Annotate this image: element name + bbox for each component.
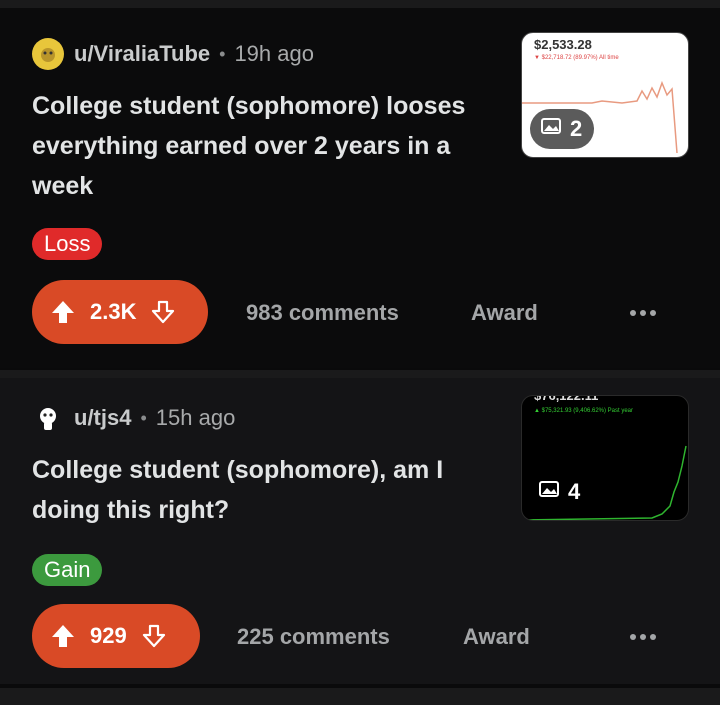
award-button[interactable]: Award xyxy=(471,300,538,326)
image-gallery-icon xyxy=(538,478,560,506)
more-options-icon[interactable] xyxy=(630,634,656,640)
upvote-arrow-icon[interactable] xyxy=(50,299,76,325)
meta-separator: • xyxy=(140,407,147,428)
post-title[interactable]: College student (sophomore), am I doing … xyxy=(32,450,502,530)
comments-button[interactable]: 983 comments xyxy=(246,300,399,326)
downvote-arrow-icon[interactable] xyxy=(141,623,167,649)
upvote-arrow-icon[interactable] xyxy=(50,623,76,649)
post-meta: u/tjs4 • 15h ago xyxy=(32,402,235,434)
top-divider xyxy=(0,0,720,8)
post-divider xyxy=(0,370,720,378)
image-count-badge: 4 xyxy=(538,478,580,506)
post-meta: u/ViraliaTube • 19h ago xyxy=(32,38,314,70)
bottom-divider xyxy=(0,688,720,705)
more-options-icon[interactable] xyxy=(630,310,656,316)
post-thumbnail[interactable]: $2,533.28 ▼ $22,718.72 (89.97%) All time… xyxy=(521,32,689,158)
image-count-badge: 2 xyxy=(530,109,595,149)
award-button[interactable]: Award xyxy=(463,624,530,650)
vote-count: 929 xyxy=(90,623,127,648)
image-gallery-icon xyxy=(540,115,562,143)
post-card-1[interactable]: u/ViraliaTube • 19h ago College student … xyxy=(0,8,720,368)
meta-separator: • xyxy=(219,43,226,64)
vote-pill: 929 xyxy=(32,604,200,668)
post-thumbnail[interactable]: $76,122.11 ▲ $75,321.93 (9,406.62%) Past… xyxy=(521,395,689,521)
user-avatar[interactable] xyxy=(32,402,64,434)
image-count: 2 xyxy=(570,116,583,141)
post-time: 19h ago xyxy=(234,41,314,66)
downvote-arrow-icon[interactable] xyxy=(150,299,176,325)
comments-button[interactable]: 225 comments xyxy=(237,624,390,650)
vote-pill: 2.3K xyxy=(32,280,208,344)
post-username[interactable]: u/ViraliaTube xyxy=(74,41,210,67)
post-card-2[interactable]: u/tjs4 • 15h ago College student (sophom… xyxy=(0,378,720,684)
post-title[interactable]: College student (sophomore) looses every… xyxy=(32,86,502,206)
image-count: 4 xyxy=(568,479,581,504)
user-avatar[interactable] xyxy=(32,38,64,70)
post-username[interactable]: u/tjs4 xyxy=(74,405,131,431)
post-flair[interactable]: Loss xyxy=(32,228,103,260)
vote-count: 2.3K xyxy=(90,299,137,324)
post-flair[interactable]: Gain xyxy=(32,554,103,586)
post-time: 15h ago xyxy=(155,405,236,430)
